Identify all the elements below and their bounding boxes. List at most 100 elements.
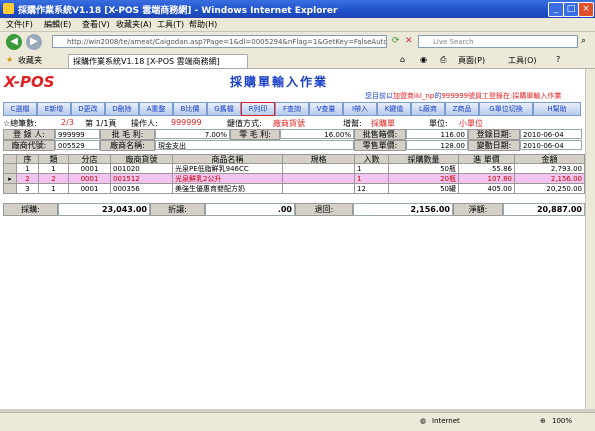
header-code: 廠商貨號 [111, 154, 173, 164]
gross-label: 批 毛 利: [100, 129, 155, 140]
purchase-total-label: 採購: [3, 203, 58, 216]
login-date-field[interactable]: 2010-06-04 [520, 129, 582, 139]
menu-help[interactable]: 帮助(H) [189, 19, 217, 30]
table-row[interactable]: ▸ 2 2 0001 001512 光泉鮮乳2公升 1 20瓶 107.80 2… [3, 174, 585, 184]
favorites-button[interactable]: 收藏夹 [18, 55, 42, 66]
browser-status-bar: ◍ Internet ⊕ 100% [0, 412, 595, 431]
app-icon [3, 3, 14, 14]
cell-order[interactable]: 50瓶 [389, 164, 459, 174]
btn-help[interactable]: H幫助 [533, 102, 581, 116]
header-qty: 入數 [355, 154, 389, 164]
login-prefix: 您目前以 [365, 92, 393, 100]
header-branch: 分店 [69, 154, 111, 164]
unit-value: 小單位 [459, 119, 483, 128]
menu-favorites[interactable]: 收藏夹(A) [116, 19, 152, 30]
close-button[interactable]: × [578, 2, 594, 17]
btn-print[interactable]: R列印 [241, 102, 275, 116]
feeds-icon[interactable]: ◉ [420, 55, 427, 64]
vendor-code-field[interactable]: 005529 [55, 140, 100, 150]
minimize-button[interactable]: _ [548, 2, 564, 17]
zero-gross-label: 零 毛 利: [230, 129, 280, 140]
cell-price: 55.86 [459, 164, 515, 174]
cell-code: 001020 [111, 164, 173, 174]
btn-edit[interactable]: D更改 [71, 102, 105, 116]
btn-delete[interactable]: D刪除 [105, 102, 139, 116]
btn-import[interactable]: I帶入 [343, 102, 377, 116]
zero-gross-field[interactable]: 16.00% [280, 129, 354, 139]
tools-menu[interactable]: 工具(O) [508, 55, 537, 66]
refresh-icon[interactable]: ⟳ [392, 36, 400, 46]
row-selector[interactable] [3, 164, 17, 174]
help-icon[interactable]: ? [556, 55, 560, 64]
cell-branch: 0001 [69, 164, 111, 174]
change-date-field[interactable]: 2010-06-04 [520, 140, 582, 150]
return-value: 2,156.00 [353, 203, 453, 216]
btn-new[interactable]: E新增 [37, 102, 71, 116]
print-icon[interactable]: ⎙ [440, 55, 446, 65]
btn-vendor[interactable]: L廠商 [411, 102, 445, 116]
maximize-button[interactable]: □ [563, 2, 579, 17]
recorder-field[interactable]: 999999 [55, 129, 100, 139]
menu-tools[interactable]: 工具(T) [157, 19, 184, 30]
zoom-icon[interactable]: ⊕ [540, 417, 546, 425]
search-icon[interactable]: ⌕ [581, 36, 586, 46]
keymode-label: 鍵值方式: [227, 119, 262, 128]
page-menu[interactable]: 頁面(P) [458, 55, 485, 66]
cell-order[interactable]: 20瓶 [389, 174, 459, 184]
cell-spec [283, 164, 355, 174]
cell-price: 405.00 [459, 184, 515, 194]
address-input[interactable]: http://win2008/te/ameat/Caigodan.asp?Pag… [52, 35, 387, 48]
row-selector[interactable] [3, 184, 17, 194]
btn-unit-switch[interactable]: G單位切換 [479, 102, 533, 116]
record-status-line: ☆總筆數: 2/3 第 1/1頁 操作人: 999999 鍵值方式: 廠商貨號 … [3, 118, 588, 129]
header-order: 採購數量 [389, 154, 459, 164]
menu-edit[interactable]: 編輯(E) [44, 19, 71, 30]
btn-compare[interactable]: B比價 [173, 102, 207, 116]
forward-icon[interactable]: ▶ [26, 34, 42, 50]
stop-icon[interactable]: ✕ [405, 36, 413, 46]
header-seq: 序 [17, 154, 39, 164]
discount-value: .00 [205, 203, 295, 216]
home-icon[interactable]: ⌂ [400, 55, 405, 64]
retail-price-field[interactable]: 128.00 [406, 140, 468, 150]
table-row[interactable]: 3 1 0001 000356 美強生優惠育嬰配方奶 12 50罐 405.00… [3, 184, 585, 194]
cell-order[interactable]: 50罐 [389, 184, 459, 194]
btn-old-file[interactable]: G舊檔 [207, 102, 241, 116]
btn-query[interactable]: F查詢 [275, 102, 309, 116]
total-label: ☆總筆數: [3, 119, 37, 128]
vertical-scrollbar[interactable] [585, 69, 595, 409]
menu-bar: 文件(F) 編輯(E) 查看(V) 收藏夹(A) 工具(T) 帮助(H) [0, 18, 595, 32]
btn-reset[interactable]: A重整 [139, 102, 173, 116]
retail-price-label: 零售單價: [354, 140, 406, 151]
search-input[interactable]: Live Search [418, 35, 578, 48]
menu-view[interactable]: 查看(V) [82, 19, 110, 30]
btn-product[interactable]: Z商品 [445, 102, 479, 116]
operator-label: 操作人: [131, 119, 158, 128]
table-row[interactable]: 1 1 0001 001020 光泉PE低脂鮮乳946CC 1 50瓶 55.8… [3, 164, 585, 174]
header-cat: 類 [39, 154, 69, 164]
totals-row: 採購: 23,043.00 折讓: .00 退回: 2,156.00 淨額: 2… [3, 203, 585, 216]
grid-header-selector [3, 154, 17, 164]
discount-label: 折讓: [150, 203, 205, 216]
favorites-star-icon[interactable]: ★ [6, 55, 13, 64]
btn-check-qty[interactable]: V查量 [309, 102, 343, 116]
recorder-label: 登 錄 人: [3, 129, 55, 140]
vendor-name-label: 廠商名稱: [100, 140, 155, 151]
operator-value: 999999 [171, 118, 202, 127]
gross-field[interactable]: 7.00% [155, 129, 230, 139]
row-selector-arrow-icon[interactable]: ▸ [3, 174, 17, 184]
btn-select-file[interactable]: C選檔 [3, 102, 37, 116]
cell-cat: 2 [39, 174, 69, 184]
page-text: 第 1/1頁 [85, 119, 117, 128]
login-id: 999999號員工登錄在: [441, 92, 513, 100]
menu-file[interactable]: 文件(F) [6, 19, 33, 30]
grid-header-row: 序 類 分店 廠商貨號 商品名稱 規格 入數 採購數量 進 單價 金額 [3, 154, 585, 164]
btn-key[interactable]: K鍵值 [377, 102, 411, 116]
back-icon[interactable]: ◀ [6, 34, 22, 50]
batch-price-field[interactable]: 116.00 [406, 129, 468, 139]
tab-current[interactable]: 採購作業系統V1.18 [X-POS 雲端商務網] [68, 54, 248, 69]
login-user: 加盟商ikl_np [393, 92, 435, 100]
cell-qty: 12 [355, 184, 389, 194]
vendor-name-field[interactable]: 現金支出 [155, 140, 354, 150]
zoom-level[interactable]: 100% [552, 417, 572, 425]
